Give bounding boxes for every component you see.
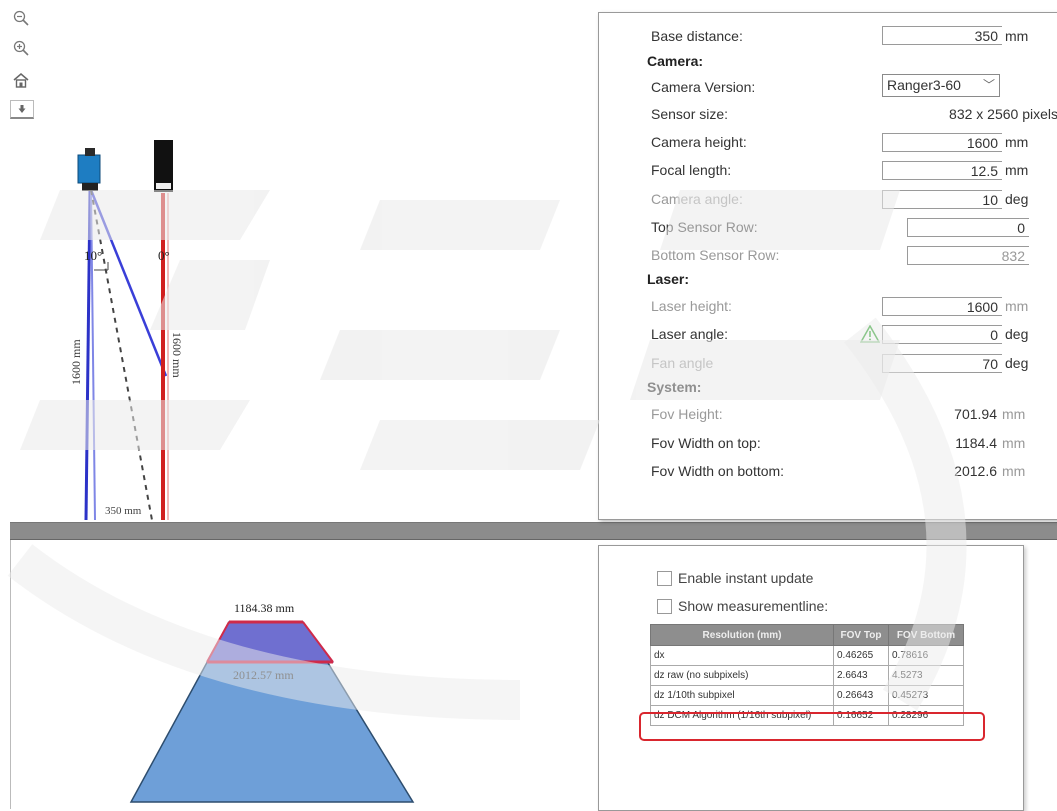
- laser-section-title: Laser:: [647, 271, 690, 287]
- fov-width-bottom-label: Fov Width on bottom:: [651, 463, 785, 479]
- column-header-fov-bottom: FOV Bottom: [888, 624, 964, 646]
- bottom-sensor-row-label: Bottom Sensor Row:: [651, 247, 780, 263]
- table-header-row: Resolution (mm) FOV Top FOV Bottom: [650, 624, 964, 646]
- table-cell: 4.5273: [888, 665, 964, 686]
- system-section-title: System:: [647, 379, 702, 395]
- table-cell: 0.26643: [833, 685, 889, 706]
- column-header-resolution: Resolution (mm): [650, 624, 834, 646]
- warning-icon: [859, 324, 881, 348]
- top-sensor-row-input[interactable]: 0: [907, 218, 1029, 237]
- table-cell: 2.6643: [833, 665, 889, 686]
- camera-fov-left-line: [90, 189, 96, 521]
- camera-height-label: Camera height:: [651, 134, 747, 150]
- show-measurementline-checkbox[interactable]: Show measurementline:: [657, 598, 828, 614]
- fov-top-width-label: 1184.38 mm: [234, 601, 295, 615]
- camera-icon: [77, 148, 101, 191]
- table-row: dz raw (no subpixels) 2.6643 4.5273: [650, 665, 964, 686]
- highlight-box: [639, 712, 985, 741]
- parameters-panel: Base distance: 350 mm Camera: Camera Ver…: [598, 12, 1057, 520]
- camera-angle-unit: deg: [1005, 191, 1029, 207]
- chevron-down-icon: ﹀: [982, 78, 995, 92]
- camera-height-unit: mm: [1005, 134, 1029, 150]
- fov-width-top-label: Fov Width on top:: [651, 435, 761, 451]
- sensor-size-value: 832 x 2560 pixels: [949, 106, 1057, 122]
- laser-height-input[interactable]: 1600: [882, 297, 1002, 316]
- table-cell: dz raw (no subpixels): [650, 665, 834, 686]
- sensor-size-label: Sensor size:: [651, 106, 729, 122]
- focal-length-input[interactable]: 12.5: [882, 161, 1002, 180]
- fov-bottom-width-label: 2012.57 mm: [233, 668, 294, 682]
- fan-angle-input[interactable]: 70: [882, 354, 1002, 373]
- fov-top-view: 1184.38 mm 2012.57 mm: [10, 540, 590, 809]
- resolution-panel: Enable instant update Show measurementli…: [598, 545, 1024, 811]
- camera-optical-axis: [90, 189, 153, 521]
- table-cell: 0.78616: [888, 645, 964, 666]
- resolution-table: Resolution (mm) FOV Top FOV Bottom dx 0.…: [650, 624, 964, 726]
- laser-angle-input[interactable]: 0: [882, 325, 1002, 344]
- laser-device-icon: [154, 140, 173, 192]
- base-distance-input[interactable]: 350: [882, 26, 1002, 45]
- enable-instant-update-checkbox[interactable]: Enable instant update: [657, 570, 813, 586]
- bottom-sensor-row-input[interactable]: 832: [907, 246, 1029, 265]
- table-cell: 0.46265: [833, 645, 889, 666]
- camera-angle-label: Camera angle:: [651, 191, 743, 207]
- camera-angle-label: 10°: [84, 248, 102, 263]
- camera-version-select[interactable]: Ranger3-60 ﹀: [882, 74, 1000, 97]
- checkbox-box[interactable]: [657, 570, 672, 586]
- camera-height-label: 1600 mm: [69, 339, 83, 385]
- camera-version-value: Ranger3-60: [887, 77, 961, 93]
- table-cell: dx: [650, 645, 834, 666]
- table-row: dz 1/10th subpixel 0.26643 0.45273: [650, 685, 964, 706]
- fov-width-top-value: 1184.4: [955, 435, 997, 451]
- fan-angle-unit: deg: [1005, 355, 1029, 371]
- show-measurementline-label: Show measurementline:: [678, 598, 829, 614]
- fov-height-label: Fov Height:: [651, 406, 723, 422]
- laser-height-label: 1600 mm: [170, 332, 184, 378]
- base-distance-label: Base distance:: [651, 28, 743, 44]
- fov-trapezoid-view: 1184.38 mm 2012.57 mm: [129, 601, 415, 803]
- base-distance-unit: mm: [1005, 28, 1029, 44]
- column-header-fov-top: FOV Top: [833, 624, 889, 646]
- laser-angle-unit: deg: [1005, 326, 1029, 342]
- table-cell: 0.45273: [888, 685, 964, 706]
- fov-width-bottom-value: 2012.6: [954, 463, 997, 479]
- focal-length-unit: mm: [1005, 162, 1029, 178]
- camera-version-label: Camera Version:: [651, 79, 756, 95]
- laser-height-label: Laser height:: [651, 298, 732, 314]
- fov-width-top-unit: mm: [1002, 435, 1026, 451]
- table-cell: dz 1/10th subpixel: [650, 685, 834, 706]
- camera-beam-line: [89, 189, 168, 377]
- focal-length-label: Focal length:: [651, 162, 732, 178]
- camera-section-title: Camera:: [647, 53, 704, 69]
- camera-height-input[interactable]: 1600: [882, 133, 1002, 152]
- splitter-bar[interactable]: [10, 522, 1057, 540]
- fan-angle-label: Fan angle: [651, 355, 714, 371]
- laser-angle-label: 0°: [158, 248, 170, 263]
- laser-height-unit: mm: [1005, 298, 1029, 314]
- camera-height-line: [84, 189, 92, 521]
- enable-instant-update-label: Enable instant update: [678, 570, 814, 586]
- laser-angle-label: Laser angle:: [651, 326, 729, 342]
- checkbox-box[interactable]: [657, 598, 672, 614]
- fov-width-bottom-unit: mm: [1002, 463, 1026, 479]
- fov-height-value: 701.94: [954, 406, 997, 422]
- top-sensor-row-label: Top Sensor Row:: [651, 219, 758, 235]
- fov-height-unit: mm: [1002, 406, 1026, 422]
- camera-angle-input[interactable]: 10: [882, 190, 1002, 209]
- side-view-scene: 10° 0° 1600 mm 1600 mm 350 mm: [69, 140, 184, 521]
- base-distance-label: 350 mm: [105, 505, 142, 517]
- table-row: dx 0.46265 0.78616: [650, 645, 964, 666]
